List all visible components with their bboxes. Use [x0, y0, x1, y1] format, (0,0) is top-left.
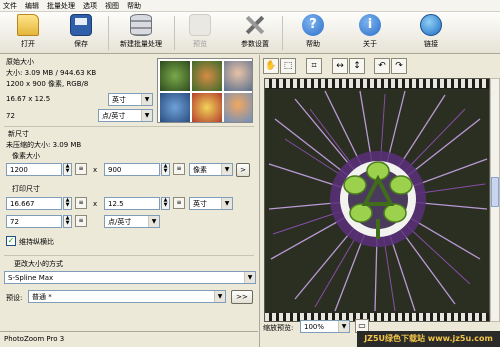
height-px-menu-button[interactable]: ≡: [173, 163, 185, 175]
times-sign: x: [93, 166, 98, 174]
zoom-select[interactable]: 100% ▼: [300, 320, 350, 333]
menu-edit[interactable]: 编辑: [25, 1, 39, 11]
folder-icon: [17, 14, 39, 36]
original-dims-value: 16.67 x 12.5: [6, 95, 51, 103]
width-px-input[interactable]: 1200: [6, 163, 62, 176]
menu-options[interactable]: 选项: [83, 1, 97, 11]
times-sign: x: [93, 200, 98, 208]
chevron-down-icon: ▼: [244, 272, 255, 283]
settings-panel: 原始大小 大小: 3.09 MB / 944.63 KB 1200 x 900 …: [0, 55, 258, 347]
width-in-spinner[interactable]: ▲ ▼: [63, 197, 72, 210]
preview-icon: [189, 14, 211, 36]
toolbar-separator: [282, 16, 283, 50]
flower-photo: [265, 89, 489, 313]
chevron-down-icon: ▼: [338, 321, 349, 332]
original-res-value: 72: [6, 112, 15, 120]
chevron-down-icon: ▼: [141, 94, 152, 105]
preview-panel: ✋ ⬚ ⌗ ↔ ↕ ↶ ↷ 缩放预览: 100% ▼ ▭: [259, 55, 500, 347]
menu-file[interactable]: 文件: [3, 1, 17, 11]
tools-icon: [244, 14, 266, 36]
new-batch-button[interactable]: 新建批量处理: [112, 14, 170, 52]
chevron-down-icon: ▼: [148, 216, 159, 227]
height-px-spinner[interactable]: ▲ ▼: [161, 163, 170, 176]
keep-ratio-label: 维持纵横比: [19, 238, 54, 246]
chevron-down-icon: ▼: [221, 198, 232, 209]
globe-icon: [420, 14, 442, 36]
chevron-down-icon: ▼: [214, 291, 225, 302]
original-pixels-text: 1200 x 900 像素, RGB/8: [6, 80, 89, 88]
original-res-unit-select[interactable]: 点/英寸 ▼: [98, 109, 153, 122]
menu-batch[interactable]: 批量处理: [47, 1, 75, 11]
preset-menu-button[interactable]: >>: [231, 290, 253, 304]
chevron-down-icon: ▼: [141, 110, 152, 121]
divider: [4, 255, 254, 256]
fit-width-icon[interactable]: ↔: [332, 58, 348, 74]
print-unit-select[interactable]: 英寸 ▼: [189, 197, 233, 210]
floppy-icon: [70, 14, 92, 36]
preview-button[interactable]: 预览: [182, 14, 218, 52]
toolbar-separator: [174, 16, 175, 50]
print-size-label: 打印尺寸: [12, 185, 40, 193]
link-button[interactable]: 链接: [413, 14, 449, 52]
preset-select[interactable]: 普通 * ▼: [28, 290, 226, 303]
site-watermark: JZ5U绿色下载站 www.jz5u.com: [357, 331, 500, 347]
open-button[interactable]: 打开: [10, 14, 46, 52]
new-size-title: 新尺寸: [8, 130, 29, 138]
menu-view[interactable]: 视图: [105, 1, 119, 11]
crop-tool-icon[interactable]: ⌗: [306, 58, 322, 74]
height-in-input[interactable]: 12.5: [104, 197, 160, 210]
resolution-input[interactable]: 72: [6, 215, 62, 228]
select-tool-icon[interactable]: ⬚: [280, 58, 296, 74]
height-in-spinner[interactable]: ▲ ▼: [161, 197, 170, 210]
resize-method-select[interactable]: S-Spline Max ▼: [4, 271, 256, 284]
info-icon: i: [359, 14, 381, 36]
original-dims-unit-select[interactable]: 英寸 ▼: [108, 93, 153, 106]
width-in-menu-button[interactable]: ≡: [75, 197, 87, 209]
hand-tool-icon[interactable]: ✋: [263, 58, 279, 74]
save-button[interactable]: 保存: [63, 14, 99, 52]
toolbar: 打开 保存 新建批量处理 预览 参数设置 ? 帮助 i 关于 链接: [0, 12, 500, 54]
original-size-text: 大小: 3.09 MB / 944.63 KB: [6, 69, 97, 77]
preview-scrollbar[interactable]: [490, 78, 500, 322]
rotate-right-icon[interactable]: ↷: [391, 58, 407, 74]
app-name-label: PhotoZoom Pro 3: [4, 335, 65, 343]
image-preview[interactable]: [264, 78, 490, 322]
uncompressed-size-text: 未压缩的大小: 3.09 MB: [6, 141, 82, 149]
zoom-label: 缩放预览:: [263, 324, 294, 332]
fit-height-icon[interactable]: ↕: [349, 58, 365, 74]
help-icon: ?: [302, 14, 324, 36]
pixel-size-label: 像素大小: [12, 152, 40, 160]
width-px-menu-button[interactable]: ≡: [75, 163, 87, 175]
menu-bar: 文件 编辑 批量处理 选项 视图 帮助: [0, 0, 500, 12]
resolution-spinner[interactable]: ▲ ▼: [63, 215, 72, 228]
resize-method-title: 更改大小的方式: [14, 260, 63, 268]
resolution-menu-button[interactable]: ≡: [75, 215, 87, 227]
pixel-unit-select[interactable]: 像素 ▼: [189, 163, 233, 176]
chevron-down-icon: ▼: [221, 164, 232, 175]
width-in-input[interactable]: 16.667: [6, 197, 62, 210]
batch-icon: [130, 14, 152, 36]
width-px-spinner[interactable]: ▲ ▼: [63, 163, 72, 176]
toolbar-separator: [108, 16, 109, 50]
height-in-menu-button[interactable]: ≡: [173, 197, 185, 209]
about-button[interactable]: i 关于: [352, 14, 388, 52]
settings-button[interactable]: 参数设置: [235, 14, 275, 52]
status-bar: PhotoZoom Pro 3: [0, 331, 258, 347]
resolution-unit-select[interactable]: 点/英寸 ▼: [104, 215, 160, 228]
height-px-input[interactable]: 900: [104, 163, 160, 176]
divider: [4, 126, 254, 127]
help-button[interactable]: ? 帮助: [295, 14, 331, 52]
menu-help[interactable]: 帮助: [127, 1, 141, 11]
preset-label: 预设:: [6, 294, 23, 302]
rotate-left-icon[interactable]: ↶: [374, 58, 390, 74]
thumbnail-preview: [157, 58, 253, 123]
keep-ratio-checkbox[interactable]: ✓: [6, 236, 16, 246]
original-size-title: 原始大小: [6, 58, 34, 66]
more-options-button[interactable]: >: [236, 163, 250, 177]
